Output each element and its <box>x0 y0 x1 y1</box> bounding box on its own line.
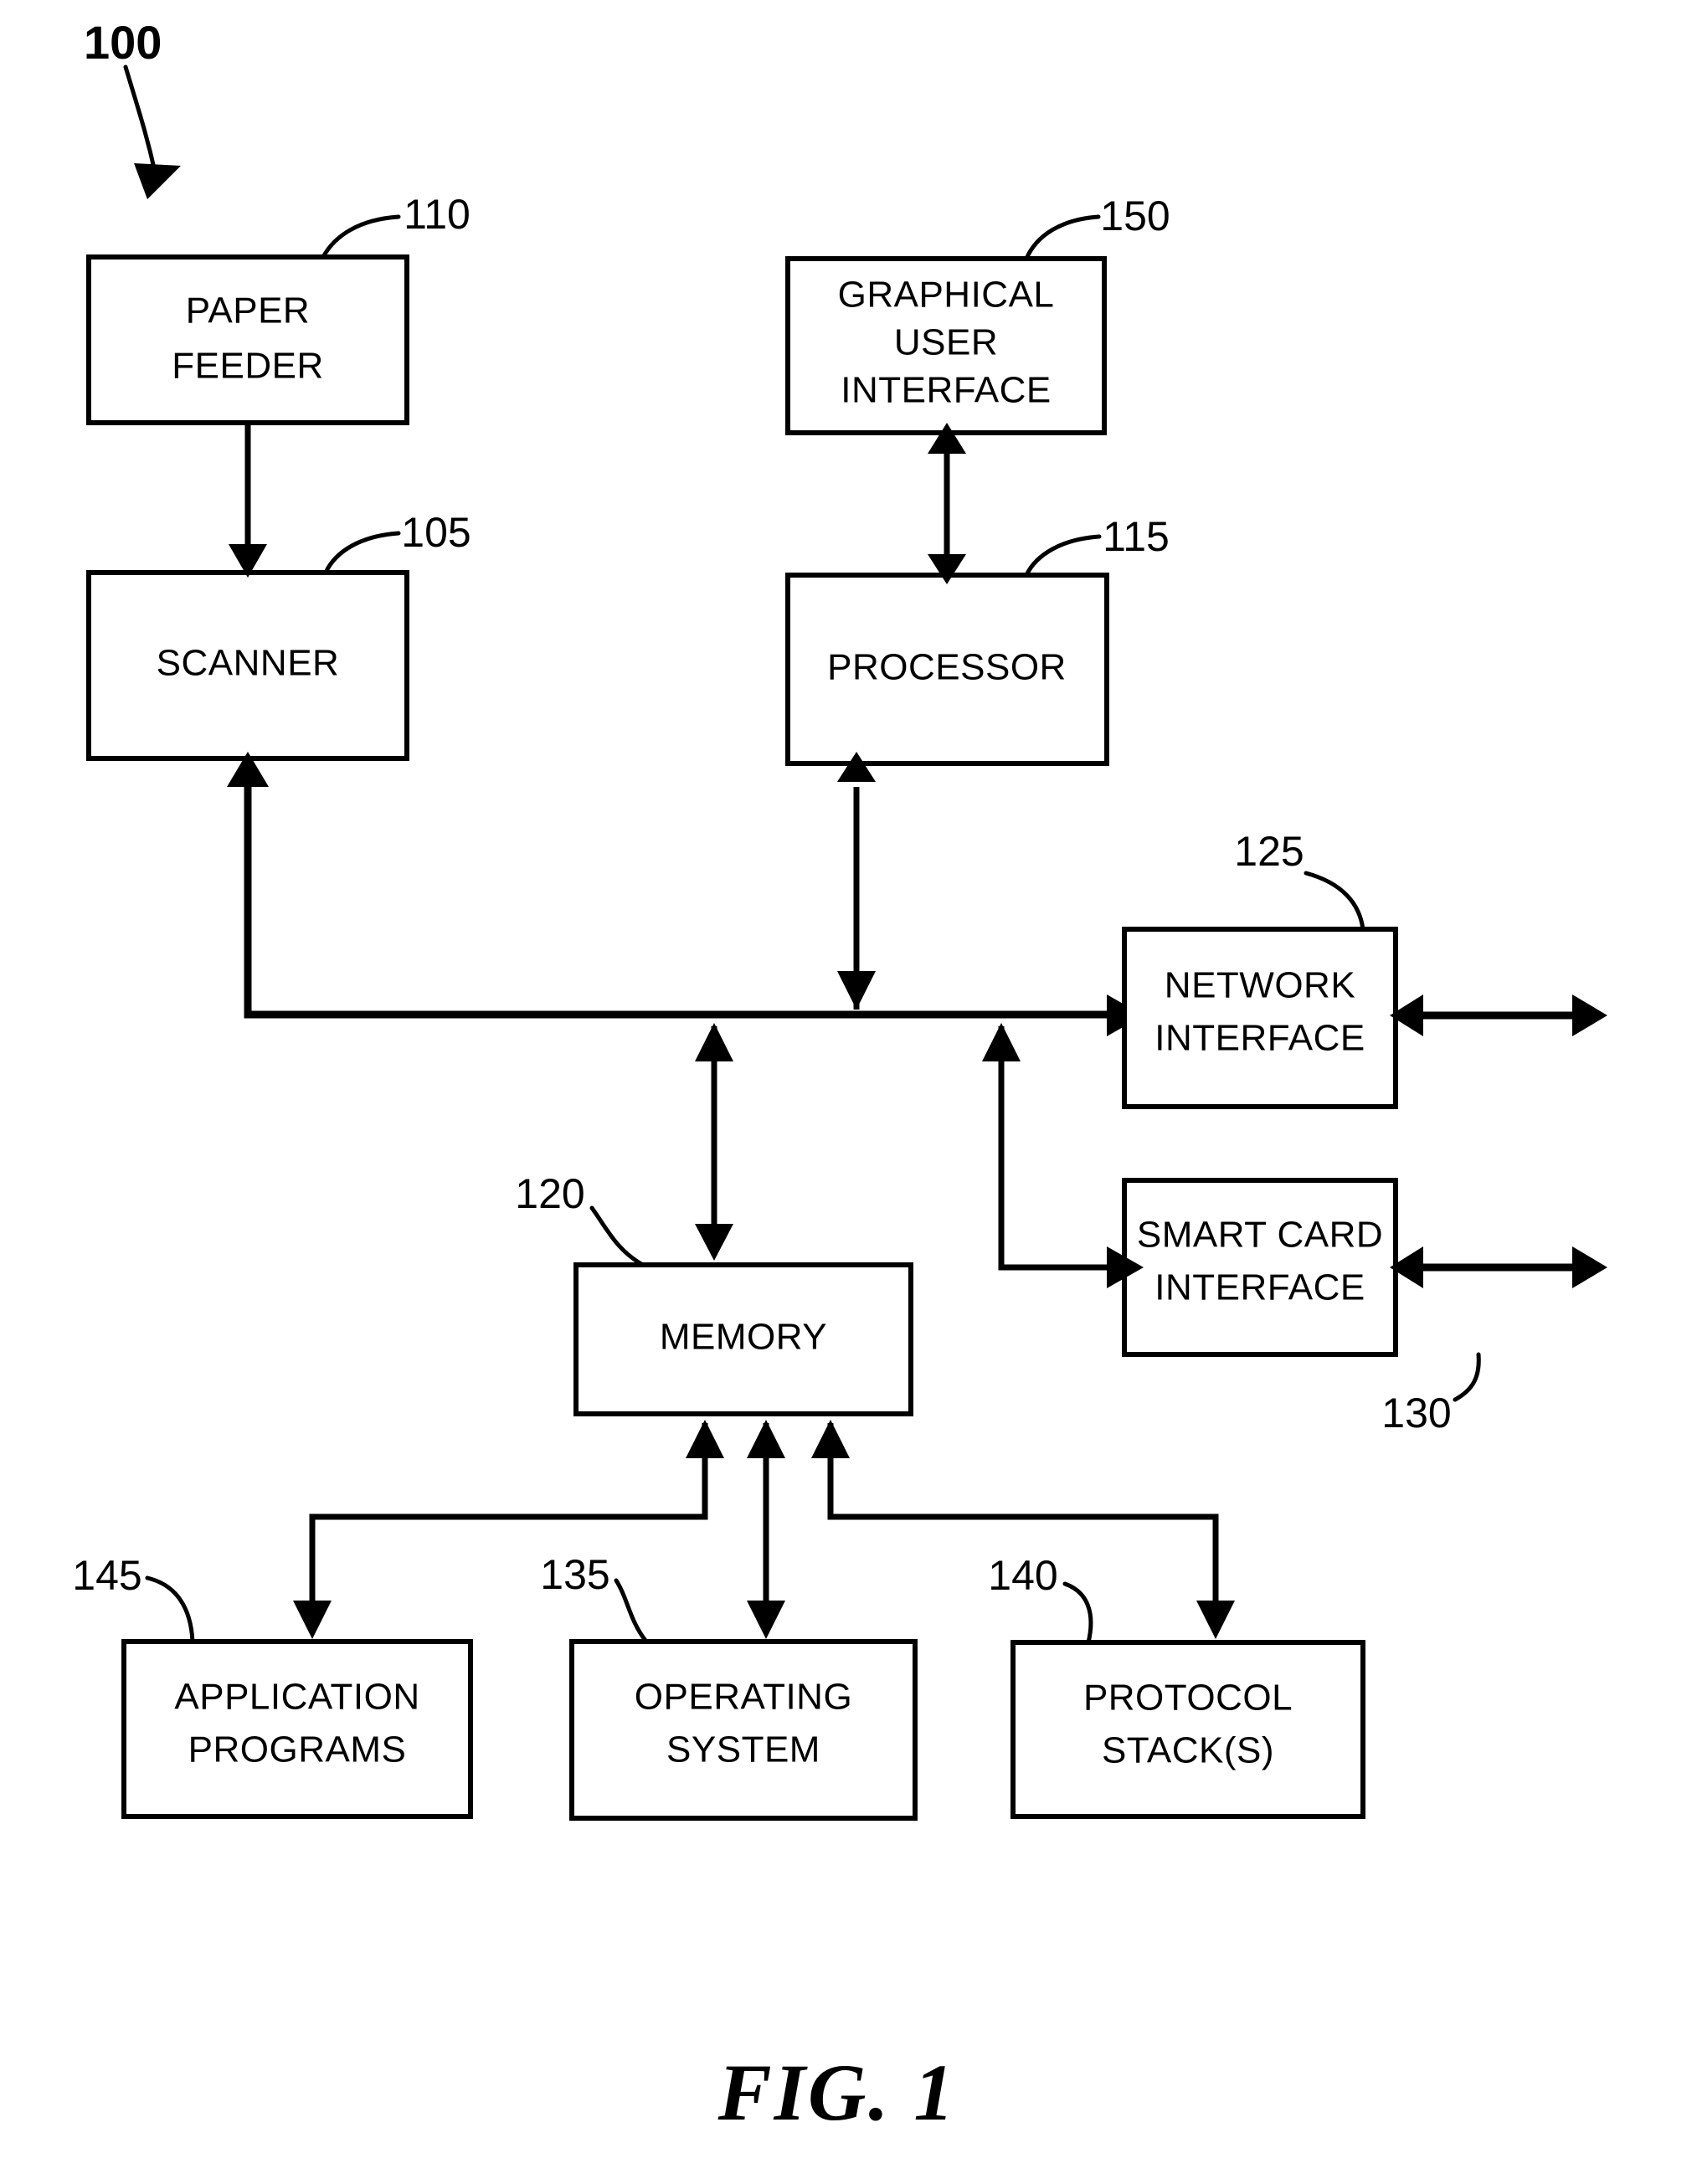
memory-label: MEMORY <box>660 1317 827 1358</box>
connector-paper-feeder-to-scanner <box>229 423 267 578</box>
box-scanner[interactable]: SCANNER <box>86 570 409 761</box>
reference-120: 120 <box>515 1170 645 1267</box>
smart-card-interface-label-line-2: INTERFACE <box>1154 1267 1365 1308</box>
system-reference-100: 100 <box>84 16 181 199</box>
network-interface-external-link <box>1390 994 1607 1036</box>
paper-feeder-label-line-2: FEEDER <box>172 346 323 387</box>
reference-150: 150 <box>1024 193 1170 261</box>
bus-smart-card-line <box>998 1026 1113 1271</box>
memory-application-arrowhead-down <box>293 1601 332 1639</box>
smart-card-external-link <box>1390 1246 1607 1288</box>
protocol-stacks-label-line-2: STACK(S) <box>1102 1730 1274 1771</box>
reference-125-leader <box>1304 871 1365 932</box>
reference-150-label: 150 <box>1100 193 1170 239</box>
box-memory[interactable]: MEMORY <box>573 1262 913 1416</box>
patent-figure: 100 PAPER FEEDER 110 SCANNER 105 GRAPHIC… <box>0 0 1697 2184</box>
reference-115-leader <box>1024 534 1102 578</box>
system-bus <box>227 752 1144 1036</box>
box-paper-feeder[interactable]: PAPER FEEDER <box>86 254 409 425</box>
gui-label-line-1: GRAPHICAL <box>838 275 1055 316</box>
smart-card-interface-label-line-1: SMART CARD <box>1137 1215 1383 1256</box>
memory-application-arrowhead-up <box>686 1420 724 1458</box>
reference-130: 130 <box>1381 1352 1481 1436</box>
system-reference-label: 100 <box>84 16 162 69</box>
reference-120-leader <box>589 1205 645 1267</box>
memory-operating-system-arrowhead-up <box>747 1420 785 1458</box>
bus-memory-arrowhead-up <box>695 1023 733 1061</box>
reference-140-leader <box>1062 1581 1093 1645</box>
scanner-label: SCANNER <box>157 643 340 684</box>
paper-feeder-label-line-1: PAPER <box>186 290 310 331</box>
reference-145-leader <box>145 1575 195 1644</box>
box-graphical-user-interface[interactable]: GRAPHICAL USER INTERFACE <box>785 256 1107 435</box>
processor-bus-arrowhead-down <box>837 971 876 1010</box>
box-application-programs[interactable]: APPLICATION PROGRAMS <box>121 1639 473 1819</box>
operating-system-label-line-1: OPERATING <box>635 1677 852 1718</box>
connector-memory-to-application-programs <box>293 1420 724 1639</box>
gui-label-line-2: USER <box>894 322 998 363</box>
reference-135: 135 <box>540 1551 649 1644</box>
system-reference-leader <box>123 64 157 174</box>
connector-memory-to-operating-system <box>747 1420 785 1639</box>
connector-processor-to-bus <box>837 752 876 1010</box>
bus-memory-arrowhead-down <box>695 1224 733 1261</box>
reference-140-label: 140 <box>988 1552 1057 1599</box>
box-protocol-stacks[interactable]: PROTOCOL STACK(S) <box>1010 1640 1365 1819</box>
reference-110: 110 <box>321 191 471 260</box>
network-interface-label-line-2: INTERFACE <box>1154 1018 1365 1059</box>
connector-bus-memory <box>695 1023 733 1261</box>
reference-115-label: 115 <box>1103 513 1170 560</box>
box-processor[interactable]: PROCESSOR <box>785 573 1109 766</box>
paper-feeder-rect[interactable] <box>86 254 409 425</box>
reference-135-leader <box>614 1578 649 1644</box>
reference-135-label: 135 <box>540 1551 609 1598</box>
reference-115: 115 <box>1024 513 1170 578</box>
memory-protocol-arrowhead-down <box>1196 1601 1235 1639</box>
box-smart-card-interface[interactable]: SMART CARD INTERFACE <box>1122 1178 1398 1357</box>
reference-105-leader <box>323 531 401 575</box>
memory-operating-system-arrowhead-down <box>747 1601 785 1639</box>
connector-bus-to-smart-card <box>982 1023 1144 1288</box>
block-diagram-canvas: 100 PAPER FEEDER 110 SCANNER 105 GRAPHIC… <box>72 16 1607 2137</box>
reference-145: 145 <box>72 1552 195 1644</box>
memory-protocol-arrowhead-up <box>811 1420 850 1458</box>
memory-protocol-line <box>827 1423 1219 1632</box>
bus-smart-card-arrowhead-up <box>982 1023 1021 1061</box>
system-bus-line <box>244 780 1113 1019</box>
reference-130-leader <box>1453 1352 1481 1402</box>
reference-140: 140 <box>988 1552 1093 1645</box>
memory-application-line <box>309 1423 708 1632</box>
reference-105: 105 <box>323 509 471 575</box>
box-network-interface[interactable]: NETWORK INTERFACE <box>1122 927 1398 1109</box>
application-programs-label-line-2: PROGRAMS <box>188 1729 407 1770</box>
processor-label: PROCESSOR <box>827 647 1067 688</box>
reference-125: 125 <box>1234 828 1365 932</box>
reference-120-label: 120 <box>515 1170 584 1217</box>
reference-130-label: 130 <box>1381 1390 1451 1436</box>
system-reference-arrowhead <box>134 163 181 199</box>
smart-card-external-arrowhead-right <box>1572 1246 1607 1288</box>
connector-memory-to-protocol-stacks <box>811 1420 1235 1639</box>
network-external-arrowhead-right <box>1572 994 1607 1036</box>
protocol-stacks-label-line-1: PROTOCOL <box>1083 1678 1293 1719</box>
box-operating-system[interactable]: OPERATING SYSTEM <box>569 1639 918 1821</box>
reference-125-label: 125 <box>1234 828 1304 875</box>
reference-105-label: 105 <box>401 509 471 556</box>
connector-gui-processor <box>928 423 966 584</box>
reference-110-label: 110 <box>404 191 471 238</box>
gui-label-line-3: INTERFACE <box>841 370 1051 411</box>
figure-caption: FIG. 1 <box>717 2048 957 2137</box>
network-interface-label-line-1: NETWORK <box>1165 965 1355 1006</box>
operating-system-label-line-2: SYSTEM <box>666 1729 820 1770</box>
reference-145-label: 145 <box>72 1552 141 1599</box>
reference-110-leader <box>321 214 401 260</box>
reference-150-leader <box>1024 214 1101 261</box>
application-programs-label-line-1: APPLICATION <box>174 1677 419 1718</box>
